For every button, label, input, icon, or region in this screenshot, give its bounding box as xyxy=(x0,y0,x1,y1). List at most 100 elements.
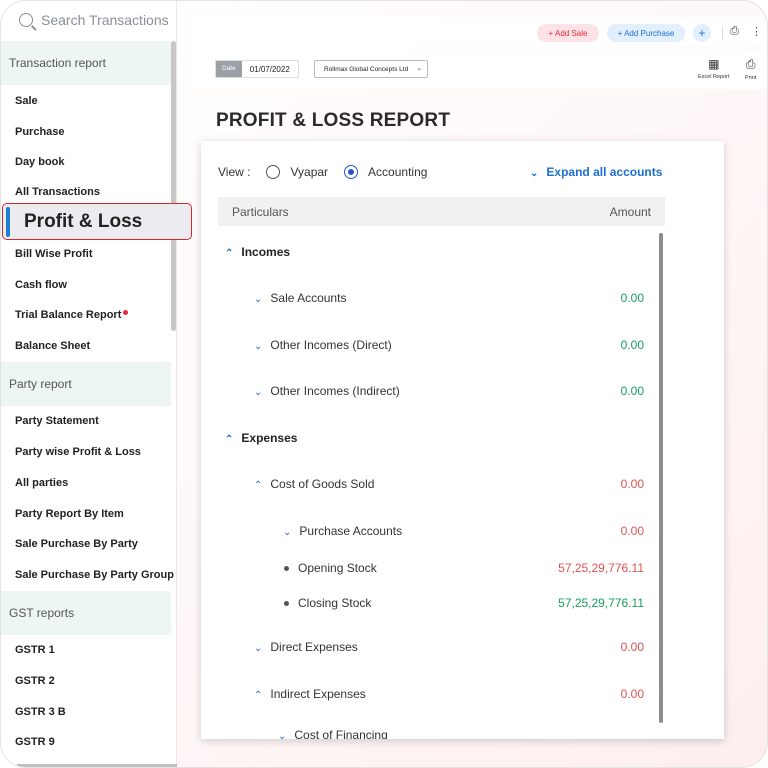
chevron-down-icon: ⌄ xyxy=(254,387,263,398)
sidebar-item-all-transactions[interactable]: All Transactions xyxy=(15,184,100,200)
chevron-down-icon: ⌄ xyxy=(416,65,422,72)
report-scrollbar[interactable] xyxy=(659,233,663,723)
chevron-down-icon: ⌄ xyxy=(530,168,539,179)
row-label: Cost of Goods Sold xyxy=(270,477,375,491)
row-cost-of-financing[interactable]: ⌄ Cost of Financing xyxy=(278,728,388,739)
chevron-down-icon: ⌄ xyxy=(283,527,292,538)
sidebar-item-party-statement[interactable]: Party Statement xyxy=(15,413,99,429)
sidebar-item-party-report-by-item[interactable]: Party Report By Item xyxy=(15,506,124,522)
row-incomes[interactable]: ⌃ Incomes xyxy=(225,245,290,259)
row-direct-expenses[interactable]: ⌄ Direct Expenses xyxy=(254,640,358,654)
chevron-up-icon: ⌃ xyxy=(254,690,263,701)
sidebar-item-all-parties[interactable]: All parties xyxy=(15,475,68,491)
row-cost-of-goods-sold[interactable]: ⌃ Cost of Goods Sold xyxy=(254,477,374,491)
row-other-incomes-direct[interactable]: ⌄ Other Incomes (Direct) xyxy=(254,338,392,352)
radio-vyapar[interactable] xyxy=(266,165,281,179)
sidebar-item-sale[interactable]: Sale xyxy=(15,93,38,109)
view-label: View : xyxy=(218,165,251,179)
row-label: Other Incomes (Direct) xyxy=(270,338,392,352)
report-card: View : Vyapar Accounting ⌄ Expand all acc… xyxy=(201,141,724,739)
firm-select[interactable]: Rollmax Global Concepts Ltd ⌄ xyxy=(314,60,428,78)
amount-direct-expenses: 0.00 xyxy=(620,640,644,654)
row-label: Cost of Financing xyxy=(294,728,388,739)
sidebar-item-profit-loss[interactable]: Profit & Loss xyxy=(2,203,192,240)
row-label: Indirect Expenses xyxy=(270,687,366,701)
column-particulars: Particulars xyxy=(232,204,289,219)
app-window: Search Transactions Transaction report S… xyxy=(0,0,768,768)
search-icon xyxy=(19,13,33,27)
date-label: Date xyxy=(216,61,242,77)
expand-all-label: Expand all accounts xyxy=(546,165,663,179)
sidebar-item-bill-wise-profit[interactable]: Bill Wise Profit xyxy=(15,246,93,262)
sidebar-item-party-profit-loss[interactable]: Party wise Profit & Loss xyxy=(15,444,141,460)
amount-indirect-expenses: 0.00 xyxy=(620,687,644,701)
filter-bar: Date 01/07/2022 Rollmax Global Concepts … xyxy=(191,49,767,89)
bullet-icon xyxy=(284,566,289,572)
sidebar-item-gstr-9[interactable]: GSTR 9 xyxy=(15,734,55,750)
amount-opening-stock: 57,25,29,776.11 xyxy=(558,561,644,575)
excel-icon: ▦ xyxy=(708,57,720,71)
chevron-up-icon: ⌃ xyxy=(254,480,263,491)
horizontal-scrollbar[interactable] xyxy=(17,764,177,767)
sidebar-item-gstr-1[interactable]: GSTR 1 xyxy=(15,642,55,658)
row-indirect-expenses[interactable]: ⌃ Indirect Expenses xyxy=(254,687,366,701)
section-party-report[interactable]: Party report xyxy=(1,362,171,406)
row-label: Opening Stock xyxy=(298,561,377,575)
add-more-button[interactable]: + xyxy=(693,24,711,42)
excel-report-label: Excel Report xyxy=(698,74,730,80)
row-purchase-accounts[interactable]: ⌄ Purchase Accounts xyxy=(283,524,402,538)
row-label: Closing Stock xyxy=(298,596,372,610)
chevron-up-icon: ⌃ xyxy=(225,434,234,445)
amount-sale-accounts: 0.00 xyxy=(620,291,644,305)
view-toggle: View : Vyapar Accounting xyxy=(218,165,427,179)
chevron-down-icon: ⌄ xyxy=(278,731,287,739)
row-expenses[interactable]: ⌃ Expenses xyxy=(225,431,297,445)
page-title: PROFIT & LOSS REPORT xyxy=(216,110,451,131)
date-filter[interactable]: Date 01/07/2022 xyxy=(215,60,299,78)
amount-other-incomes-indirect: 0.00 xyxy=(620,384,644,398)
row-label: Other Incomes (Indirect) xyxy=(270,384,400,398)
active-indicator xyxy=(6,206,10,237)
sidebar-item-sale-purchase-by-party-group[interactable]: Sale Purchase By Party Group xyxy=(15,567,174,583)
top-bar: + Add Sale + Add Purchase + ⎙ ⋮ xyxy=(191,17,767,47)
chevron-down-icon: ⌄ xyxy=(254,643,263,654)
sidebar-scrollbar[interactable] xyxy=(171,41,176,331)
excel-report-button[interactable]: ▦ Excel Report xyxy=(698,57,730,80)
add-sale-button[interactable]: + Add Sale xyxy=(537,24,599,42)
print-icon: ⎙ xyxy=(745,57,756,71)
sidebar-item-sale-purchase-by-party[interactable]: Sale Purchase By Party xyxy=(15,536,138,552)
sidebar-item-label: Trial Balance Report xyxy=(15,309,122,321)
row-other-incomes-indirect[interactable]: ⌄ Other Incomes (Indirect) xyxy=(254,384,400,398)
row-label: Direct Expenses xyxy=(270,640,358,654)
new-badge-dot xyxy=(123,310,129,315)
sidebar-item-balance-sheet[interactable]: Balance Sheet xyxy=(15,338,90,354)
sidebar-item-gstr-2[interactable]: GSTR 2 xyxy=(15,673,55,689)
print-button[interactable]: ⎙ Print xyxy=(745,57,756,81)
bullet-icon xyxy=(284,601,289,607)
section-transaction-report[interactable]: Transaction report xyxy=(1,41,171,85)
sidebar-item-cash-flow[interactable]: Cash flow xyxy=(15,277,67,293)
chevron-down-icon: ⌄ xyxy=(254,294,263,305)
radio-accounting-label[interactable]: Accounting xyxy=(368,165,427,179)
row-label: Incomes xyxy=(241,245,291,259)
section-gst-reports[interactable]: GST reports xyxy=(1,591,171,635)
sidebar-item-trial-balance[interactable]: Trial Balance Report xyxy=(15,307,129,323)
radio-vyapar-label[interactable]: Vyapar xyxy=(290,165,328,179)
add-purchase-button[interactable]: + Add Purchase xyxy=(607,24,685,42)
sidebar-item-day-book[interactable]: Day book xyxy=(15,154,65,170)
sidebar-item-purchase[interactable]: Purchase xyxy=(15,124,65,140)
row-label: Expenses xyxy=(241,431,298,445)
search-input[interactable]: Search Transactions xyxy=(1,1,177,39)
sidebar-item-gstr-3b[interactable]: GSTR 3 B xyxy=(15,704,66,720)
amount-closing-stock: 57,25,29,776.11 xyxy=(558,596,644,610)
amount-purchase-accounts: 0.00 xyxy=(620,524,644,538)
radio-accounting[interactable] xyxy=(344,165,359,179)
more-options-icon[interactable]: ⋮ xyxy=(751,25,762,38)
column-amount: Amount xyxy=(609,204,651,219)
printer-icon[interactable]: ⎙ xyxy=(730,25,739,38)
amount-other-incomes-direct: 0.00 xyxy=(620,338,644,352)
expand-all-button[interactable]: ⌄ Expand all accounts xyxy=(530,165,662,179)
sidebar-item-label: Profit & Loss xyxy=(24,210,143,232)
row-sale-accounts[interactable]: ⌄ Sale Accounts xyxy=(254,291,346,305)
date-value: 01/07/2022 xyxy=(249,64,290,74)
